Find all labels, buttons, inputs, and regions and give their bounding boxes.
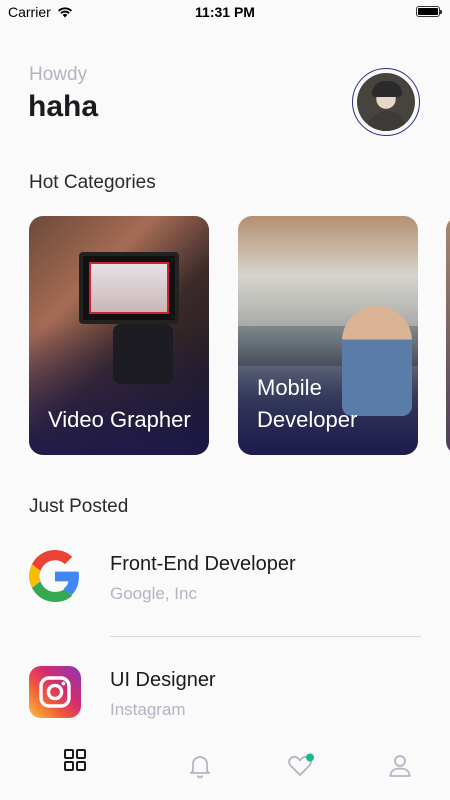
job-title: Front-End Developer — [110, 553, 296, 575]
camera-rig-illustration — [113, 324, 173, 384]
list-divider — [110, 636, 421, 637]
profile-avatar[interactable] — [352, 68, 420, 136]
google-logo — [29, 550, 79, 602]
status-bar: Carrier 11:31 PM — [0, 0, 450, 26]
username-text: haha — [28, 90, 99, 123]
job-title: UI Designer — [110, 669, 216, 691]
greeting-text: Howdy — [29, 64, 88, 85]
battery-level — [418, 8, 438, 15]
category-label: Video Grapher — [48, 407, 191, 432]
nav-profile[interactable] — [380, 746, 420, 786]
job-list-item[interactable]: Front-End Developer Google, Inc — [0, 540, 450, 620]
user-icon — [389, 755, 411, 777]
categories-section-title: Hot Categories — [29, 172, 156, 193]
job-company: Instagram — [110, 700, 186, 719]
notification-badge — [306, 753, 314, 762]
category-card-video-grapher[interactable]: Video Grapher — [29, 216, 209, 455]
category-carousel[interactable]: Video Grapher Mobile Developer — [0, 216, 450, 456]
avatar-photo — [357, 73, 415, 131]
nav-favorites[interactable] — [280, 746, 320, 786]
heart-icon — [288, 753, 314, 776]
category-image — [446, 216, 450, 455]
category-card-next[interactable] — [446, 216, 450, 455]
posted-section-title: Just Posted — [29, 496, 129, 517]
battery-icon — [416, 6, 442, 17]
camera-monitor-illustration — [79, 252, 179, 324]
nav-notifications[interactable] — [180, 746, 220, 786]
job-company: Google, Inc — [110, 584, 197, 603]
category-label: Mobile Developer — [257, 375, 358, 432]
instagram-logo — [29, 666, 81, 718]
bell-icon — [190, 756, 210, 779]
camera-icon — [39, 676, 71, 708]
status-time: 11:31 PM — [195, 4, 255, 20]
bottom-navigation — [0, 730, 450, 800]
job-list-item[interactable]: UI Designer Instagram — [0, 656, 450, 736]
nav-home[interactable] — [55, 740, 95, 780]
category-card-mobile-developer[interactable]: Mobile Developer — [238, 216, 418, 455]
grid-icon — [64, 749, 86, 771]
